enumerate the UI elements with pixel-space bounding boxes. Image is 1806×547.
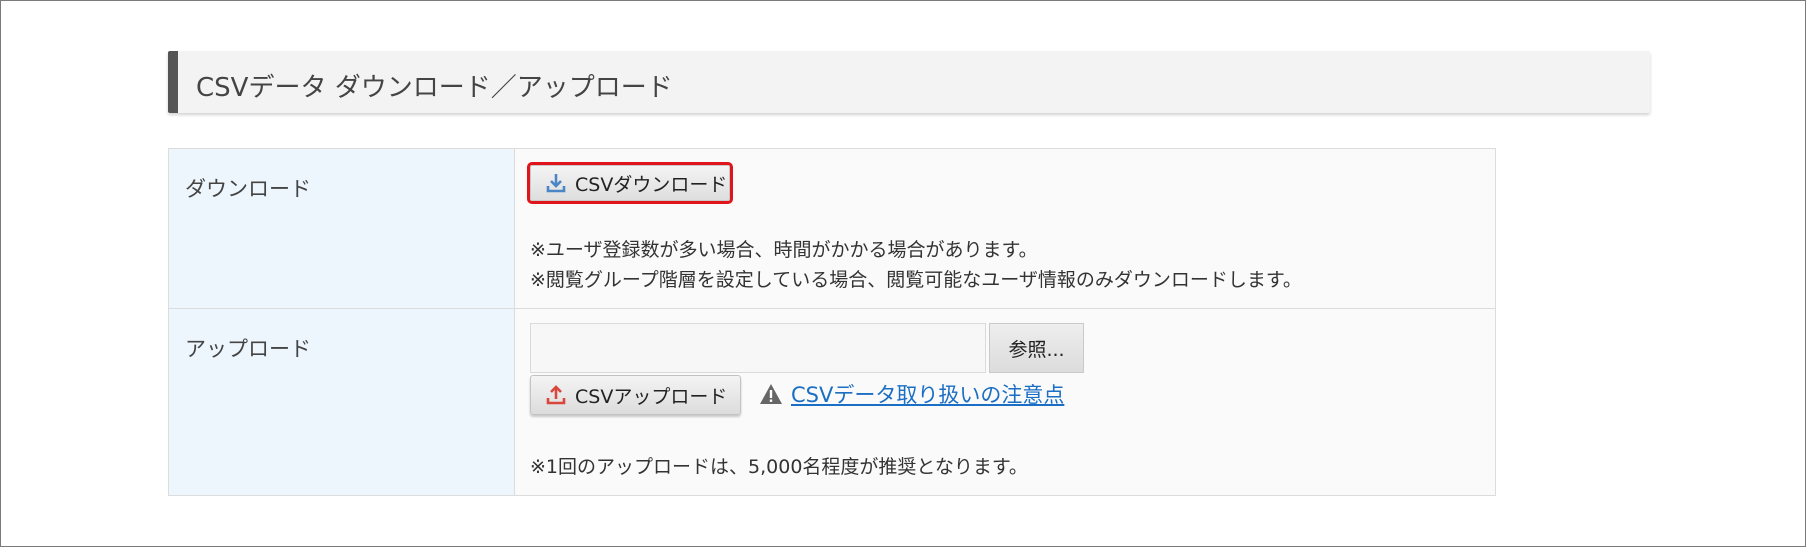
file-path-input[interactable] bbox=[530, 323, 986, 373]
download-label: ダウンロード bbox=[185, 177, 311, 201]
section-header: CSVデータ ダウンロード／アップロード bbox=[168, 51, 1650, 113]
upload-label-cell: アップロード bbox=[169, 309, 515, 495]
warning-icon bbox=[760, 384, 782, 404]
upload-row: アップロード 参照... CSVアップロード CSVデータ取り扱いの注意点 ※1… bbox=[169, 309, 1495, 495]
csv-form-table: ダウンロード CSVダウンロード ※ユーザ登録数が多い場合、時間がかかる場合があ… bbox=[168, 148, 1496, 496]
upload-value-cell: 参照... CSVアップロード CSVデータ取り扱いの注意点 ※1回のアップロー… bbox=[515, 309, 1495, 495]
csv-upload-button[interactable]: CSVアップロード bbox=[530, 375, 741, 415]
csv-caution-link[interactable]: CSVデータ取り扱いの注意点 bbox=[791, 379, 1064, 409]
upload-icon bbox=[546, 385, 566, 405]
csv-download-button-label: CSVダウンロード bbox=[575, 173, 728, 196]
download-note-1: ※ユーザ登録数が多い場合、時間がかかる場合があります。 bbox=[530, 239, 1038, 261]
section-title: CSVデータ ダウンロード／アップロード bbox=[196, 73, 673, 103]
download-row: ダウンロード CSVダウンロード ※ユーザ登録数が多い場合、時間がかかる場合があ… bbox=[169, 149, 1495, 309]
download-value-cell: CSVダウンロード ※ユーザ登録数が多い場合、時間がかかる場合があります。 ※閲… bbox=[515, 149, 1495, 308]
page-frame: CSVデータ ダウンロード／アップロード ダウンロード CSVダウンロード ※ユ… bbox=[0, 0, 1806, 547]
upload-label: アップロード bbox=[185, 337, 311, 361]
upload-note: ※1回のアップロードは、5,000名程度が推奨となります。 bbox=[530, 456, 1028, 478]
csv-caution-link-wrap: CSVデータ取り扱いの注意点 bbox=[759, 379, 1064, 409]
download-note-2: ※閲覧グループ階層を設定している場合、閲覧可能なユーザ情報のみダウンロードします… bbox=[530, 269, 1302, 291]
csv-upload-button-label: CSVアップロード bbox=[575, 385, 728, 408]
download-icon bbox=[546, 174, 566, 193]
download-label-cell: ダウンロード bbox=[169, 149, 515, 308]
browse-button[interactable]: 参照... bbox=[989, 323, 1084, 373]
csv-download-button[interactable]: CSVダウンロード bbox=[527, 162, 733, 204]
